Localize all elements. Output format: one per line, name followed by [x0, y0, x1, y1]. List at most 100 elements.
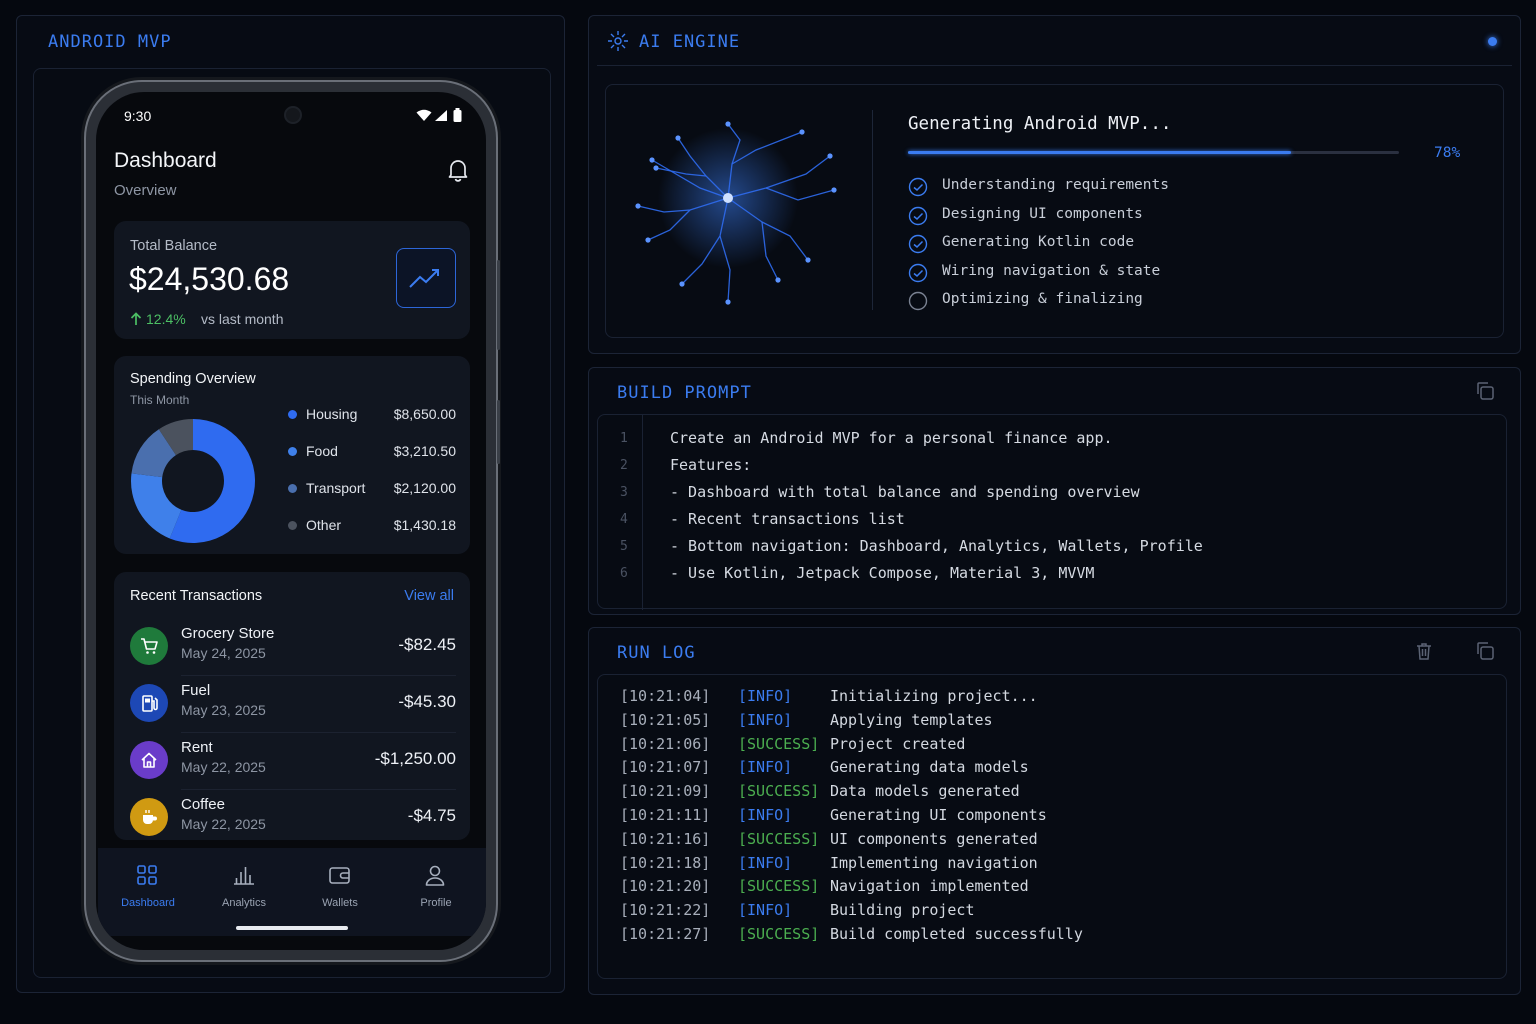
balance-card[interactable]: Total Balance $24,530.68 12.4% vs last m…: [114, 221, 470, 339]
legend-value: $8,650.00: [393, 406, 456, 422]
copy-icon[interactable]: [1475, 641, 1495, 661]
bell-icon[interactable]: [447, 158, 469, 182]
trend-up-icon: [409, 269, 439, 288]
nav-analytics[interactable]: Analytics: [196, 848, 292, 936]
log-message: UI components generated: [830, 829, 1038, 848]
screen-subtitle: Overview: [114, 182, 177, 199]
bar-chart-icon: [234, 867, 254, 885]
panel-title: ANDROID MVP: [48, 32, 172, 52]
transaction-date: May 24, 2025: [181, 645, 266, 661]
home-icon: [141, 752, 157, 768]
check-circle-icon: [908, 263, 928, 282]
check-circle-icon: [908, 177, 928, 197]
log-message: Project created: [830, 734, 966, 753]
legend-item[interactable]: Other $1,430.18: [288, 516, 456, 536]
log-timestamp: [10:21:11]: [620, 806, 711, 824]
person-icon: [425, 865, 445, 886]
log-level: [INFO]: [738, 710, 793, 729]
legend-item[interactable]: Food $3,210.50: [288, 442, 456, 462]
log-timestamp: [10:21:20]: [620, 877, 711, 896]
progress-step: Understanding requirements: [908, 176, 1208, 198]
transaction-amount: -$1,250.00: [374, 749, 456, 768]
legend-item[interactable]: Housing $8,650.00: [288, 405, 456, 425]
nav-label: Wallets: [322, 897, 358, 909]
bottom-navigation: Dashboard Analytics Wallets Profile: [98, 848, 486, 936]
row-divider: [181, 675, 456, 676]
row-divider: [181, 789, 456, 790]
prompt-editor[interactable]: 1 Create an Android MVP for a personal fi…: [597, 414, 1507, 610]
log-level: [SUCCESS]: [738, 782, 820, 801]
signal-icon: [435, 110, 447, 121]
spending-title: Spending Overview: [130, 371, 256, 387]
side-button-volume: [497, 400, 500, 464]
balance-change-suffix: vs last month: [201, 311, 284, 327]
legend-label: Housing: [306, 406, 358, 422]
balance-label: Total Balance: [130, 238, 218, 254]
transaction-date: May 23, 2025: [181, 702, 266, 718]
legend-value: $2,120.00: [393, 480, 456, 496]
transaction-date: May 22, 2025: [181, 816, 266, 832]
log-level: [INFO]: [738, 687, 793, 705]
coffee-icon: [143, 810, 157, 824]
log-entry: [10:21:04] [INFO] Initializing project...: [620, 687, 1480, 709]
prompt-line: 6 - Use Kotlin, Jetpack Compose, Material…: [598, 564, 1498, 588]
nav-dashboard[interactable]: Dashboard: [100, 848, 196, 936]
spending-subtitle: This Month: [130, 393, 190, 407]
progress-label: 78%: [1434, 145, 1461, 161]
empty-circle-icon: [908, 291, 928, 311]
log-timestamp: [10:21:09]: [620, 782, 711, 801]
log-entry: [10:21:16] [SUCCESS] UI components generat…: [620, 830, 1480, 852]
progress-bar: [908, 151, 1399, 154]
log-message: Navigation implemented: [830, 877, 1029, 896]
transaction-row[interactable]: Grocery Store May 24, 2025 -$82.45: [114, 619, 470, 675]
transaction-row[interactable]: Fuel May 23, 2025 -$45.30: [114, 675, 470, 732]
line-number: 6: [620, 566, 628, 581]
log-level: [INFO]: [738, 853, 793, 872]
legend-dot: [288, 521, 297, 530]
log-entry: [10:21:09] [SUCCESS] Data models generated: [620, 782, 1480, 804]
log-message: Building project: [830, 901, 975, 920]
legend-item[interactable]: Transport $2,120.00: [288, 479, 456, 499]
line-text: - Recent transactions list: [670, 510, 905, 528]
log-message: Initializing project...: [830, 687, 1038, 705]
transaction-row[interactable]: Coffee May 22, 2025 -$4.75: [114, 789, 470, 846]
battery-icon: [453, 108, 462, 122]
panel-title: BUILD PROMPT: [617, 383, 752, 403]
log-message: Build completed successfully: [830, 925, 1083, 943]
step-label: Understanding requirements: [942, 177, 1169, 193]
transaction-avatar: [130, 741, 168, 779]
log-level: [SUCCESS]: [738, 877, 820, 896]
prompt-line: 4 - Recent transactions list: [598, 510, 1498, 534]
line-number: 2: [620, 458, 628, 473]
log-entry: [10:21:22] [INFO] Building project: [620, 901, 1480, 923]
trash-icon[interactable]: [1414, 641, 1434, 661]
log-timestamp: [10:21:18]: [620, 853, 711, 872]
log-timestamp: [10:21:22]: [620, 901, 711, 920]
nav-profile[interactable]: Profile: [388, 848, 484, 936]
log-entry: [10:21:05] [INFO] Applying templates: [620, 711, 1480, 733]
line-text: - Use Kotlin, Jetpack Compose, Material …: [670, 564, 1095, 582]
line-number: 4: [620, 512, 628, 527]
balance-amount: $24,530.68: [129, 261, 290, 297]
transactions-title: Recent Transactions: [130, 588, 263, 604]
view-all-link[interactable]: View all: [404, 588, 454, 604]
log-level: [SUCCESS]: [738, 925, 820, 943]
spending-card[interactable]: Spending Overview This Month Housing $8,6…: [114, 356, 470, 554]
trend-button[interactable]: [396, 248, 456, 308]
log-entry: [10:21:06] [SUCCESS] Project created: [620, 735, 1480, 757]
nav-label: Dashboard: [121, 897, 175, 909]
copy-icon[interactable]: [1475, 381, 1495, 401]
log-entry: [10:21:18] [INFO] Implementing navigation: [620, 854, 1480, 876]
transaction-amount: -$45.30: [398, 692, 456, 711]
balance-change: 12.4%: [146, 311, 186, 327]
camera-punch-hole: [284, 106, 302, 124]
transactions-card: Recent Transactions View all Grocery Sto…: [114, 572, 470, 840]
line-number: 3: [620, 485, 628, 500]
neural-network-graphic: [635, 121, 837, 305]
legend-label: Other: [306, 517, 342, 533]
transaction-row[interactable]: Rent May 22, 2025 -$1,250.00: [114, 732, 470, 789]
prompt-line: 5 - Bottom navigation: Dashboard, Analyti…: [598, 537, 1498, 561]
legend-value: $1,430.18: [393, 517, 456, 533]
line-text: - Bottom navigation: Dashboard, Analytic…: [670, 537, 1203, 555]
nav-wallets[interactable]: Wallets: [292, 848, 388, 936]
